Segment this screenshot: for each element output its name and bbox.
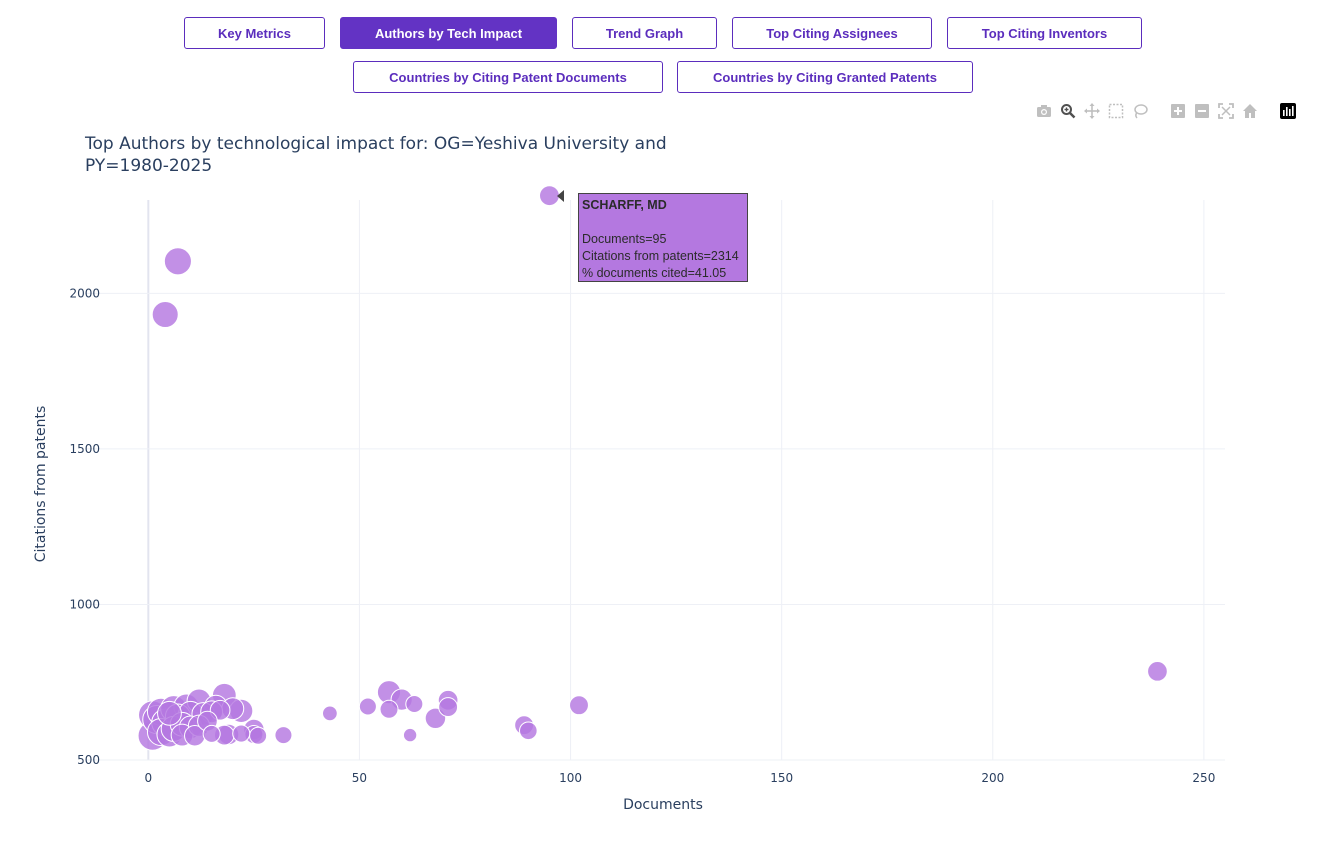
- chart-title-line1: Top Authors by technological impact for:…: [84, 134, 667, 154]
- x-tick-label: 100: [559, 771, 582, 785]
- chart-title-line2: PY=1980-2025: [85, 156, 212, 176]
- x-tick-label: 0: [145, 771, 153, 785]
- data-point[interactable]: [321, 705, 338, 722]
- zoom-icon[interactable]: [1059, 102, 1077, 120]
- tooltip-author-name: SCHARFF, MD: [582, 198, 667, 212]
- data-point[interactable]: [202, 724, 221, 743]
- y-tick-label: 500: [77, 753, 100, 767]
- data-point[interactable]: [232, 724, 251, 743]
- lasso-icon[interactable]: [1131, 102, 1149, 120]
- box-select-icon[interactable]: [1107, 102, 1125, 120]
- x-axis-title: Documents: [623, 797, 703, 813]
- reset-axes-icon[interactable]: [1241, 102, 1259, 120]
- tooltip-percent-cited: % documents cited=41.05: [582, 266, 727, 280]
- zoom-in-icon[interactable]: [1169, 102, 1187, 120]
- tooltip-documents: Documents=95: [582, 232, 667, 246]
- data-point[interactable]: [539, 185, 560, 207]
- pan-icon[interactable]: [1083, 102, 1101, 120]
- tooltip-arrow: [557, 189, 565, 202]
- x-tick-label: 150: [770, 771, 793, 785]
- data-point[interactable]: [151, 300, 179, 329]
- data-point[interactable]: [358, 697, 377, 716]
- hover-tooltip: SCHARFF, MD Documents=95 Citations from …: [578, 193, 748, 282]
- modebar: [1032, 101, 1300, 121]
- zoom-out-icon[interactable]: [1193, 102, 1211, 120]
- data-point[interactable]: [402, 727, 418, 743]
- scatter-chart: 0 50 100 150 200 250 500 1000 1500 2000 Top Autho…: [33, 134, 1225, 813]
- data-point[interactable]: [274, 726, 293, 745]
- data-point[interactable]: [379, 699, 399, 719]
- tooltip-citations: Citations from patents=2314: [582, 249, 739, 263]
- data-point[interactable]: [569, 695, 589, 716]
- y-tick-label: 1000: [69, 597, 100, 611]
- x-tick-label: 50: [352, 771, 367, 785]
- grid-lines: [85, 200, 1225, 761]
- y-tick-label: 1500: [69, 442, 100, 456]
- plotly-logo-icon[interactable]: [1279, 102, 1297, 120]
- data-point[interactable]: [157, 700, 182, 726]
- data-point[interactable]: [405, 694, 424, 714]
- data-point[interactable]: [1147, 660, 1168, 682]
- y-axis-title: Citations from patents: [33, 406, 49, 563]
- data-point[interactable]: [519, 721, 538, 741]
- autoscale-icon[interactable]: [1217, 102, 1235, 120]
- data-point[interactable]: [438, 697, 459, 718]
- camera-icon[interactable]: [1035, 102, 1053, 120]
- data-point[interactable]: [249, 726, 268, 745]
- y-tick-label: 2000: [69, 286, 100, 300]
- data-point[interactable]: [163, 247, 192, 276]
- x-tick-label: 200: [981, 771, 1004, 785]
- x-tick-label: 250: [1192, 771, 1215, 785]
